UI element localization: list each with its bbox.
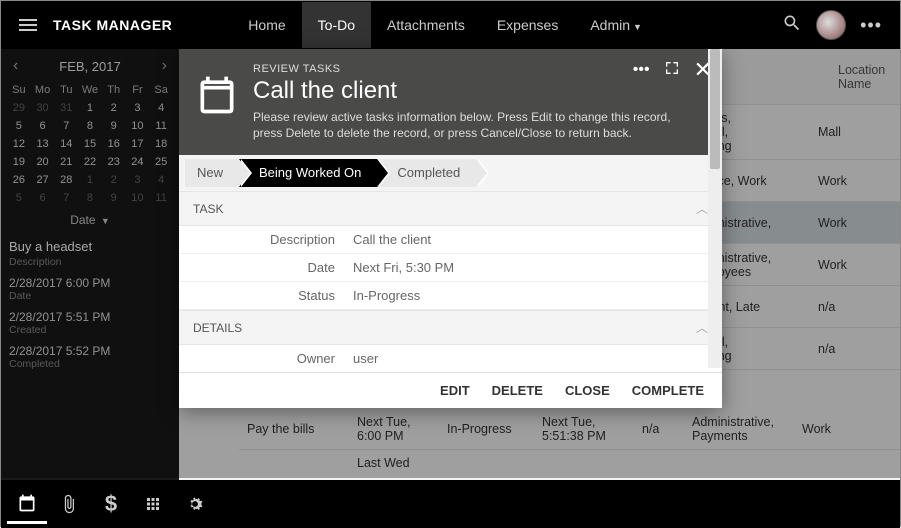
- calendar-icon: [195, 73, 239, 117]
- section-details[interactable]: DETAILS ︿: [179, 310, 722, 345]
- main-nav: Home To-Do Attachments Expenses Admin▼: [232, 2, 658, 48]
- avatar[interactable]: [816, 10, 846, 40]
- expenses-icon[interactable]: $: [91, 484, 131, 524]
- bottom-bar: $: [1, 480, 900, 528]
- modal-actions: EDIT DELETE CLOSE COMPLETE: [179, 372, 722, 408]
- section-task[interactable]: TASK ︿: [179, 191, 722, 226]
- chevron-up-icon[interactable]: ︿: [696, 319, 708, 336]
- top-bar: TASK MANAGER Home To-Do Attachments Expe…: [1, 1, 900, 49]
- nav-expenses[interactable]: Expenses: [481, 2, 574, 48]
- complete-button[interactable]: COMPLETE: [632, 383, 704, 398]
- nav-todo[interactable]: To-Do: [302, 2, 371, 48]
- step-new[interactable]: New: [185, 159, 239, 187]
- edit-button[interactable]: EDIT: [440, 383, 470, 398]
- settings-icon[interactable]: [175, 484, 215, 524]
- delete-button[interactable]: DELETE: [492, 383, 543, 398]
- attachment-icon[interactable]: [49, 484, 89, 524]
- modal-description: Please review active tasks information b…: [253, 109, 683, 141]
- apps-icon[interactable]: [133, 484, 173, 524]
- field-owner: Owner user: [179, 345, 722, 372]
- search-icon[interactable]: [782, 13, 802, 38]
- menu-icon[interactable]: [11, 11, 45, 39]
- nav-admin[interactable]: Admin▼: [574, 2, 658, 48]
- status-breadcrumb: New Being Worked On Completed: [179, 155, 722, 191]
- field-status: Status In-Progress: [179, 282, 722, 310]
- field-date: Date Next Fri, 5:30 PM: [179, 254, 722, 282]
- more-icon[interactable]: •••: [860, 15, 882, 36]
- step-working[interactable]: Being Worked On: [239, 159, 377, 187]
- modal-more-icon[interactable]: •••: [633, 61, 650, 79]
- chevron-up-icon[interactable]: ︿: [696, 200, 708, 217]
- app-title: TASK MANAGER: [53, 17, 172, 33]
- calendar-view-icon[interactable]: [7, 484, 47, 524]
- task-modal: ••• ✕ REVIEW TASKS Call the client Pleas…: [179, 49, 722, 408]
- nav-home[interactable]: Home: [232, 2, 301, 48]
- nav-attachments[interactable]: Attachments: [371, 2, 481, 48]
- step-completed[interactable]: Completed: [377, 159, 476, 187]
- field-description: Description Call the client: [179, 226, 722, 254]
- fullscreen-icon[interactable]: [664, 60, 680, 81]
- modal-title: Call the client: [253, 77, 683, 105]
- modal-eyebrow: REVIEW TASKS: [253, 63, 683, 75]
- close-button[interactable]: CLOSE: [565, 383, 610, 398]
- modal-scrollbar[interactable]: [708, 49, 722, 368]
